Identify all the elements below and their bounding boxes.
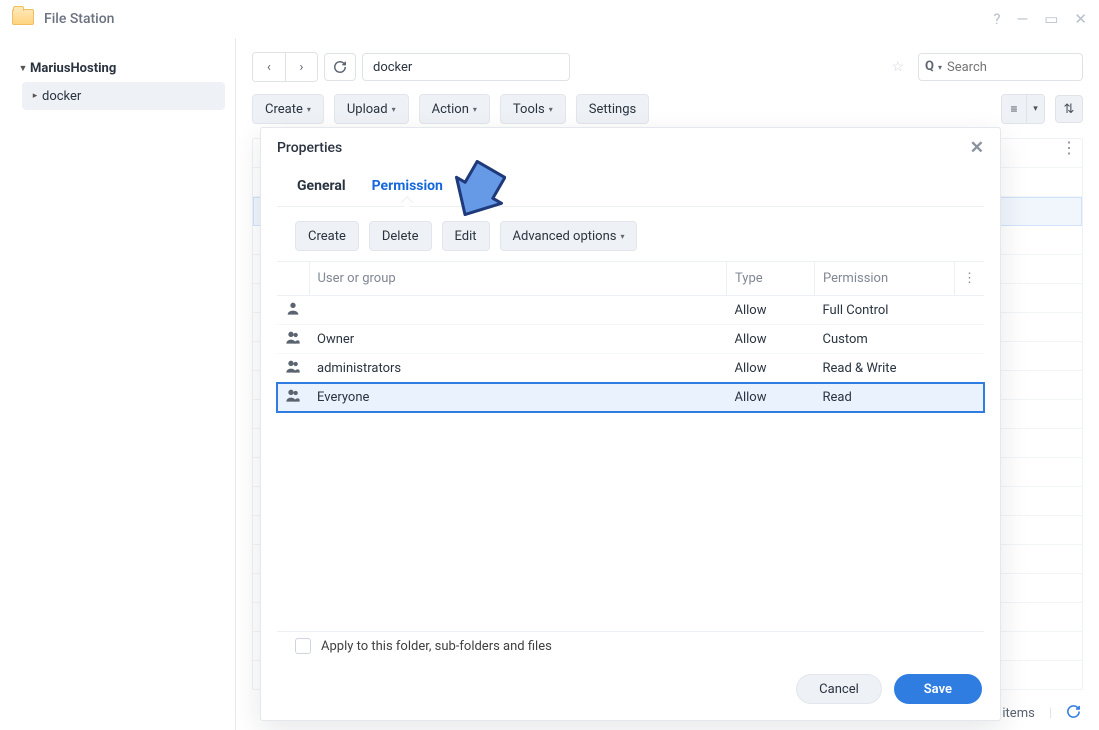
apply-label: Apply to this folder, sub-folders and fi… bbox=[321, 639, 552, 654]
save-button[interactable]: Save bbox=[894, 674, 982, 704]
perm-create-button[interactable]: Create bbox=[295, 221, 359, 251]
tab-permission[interactable]: Permission bbox=[370, 178, 445, 206]
permission-row[interactable]: AllowFull Control bbox=[277, 296, 984, 325]
group-icon bbox=[277, 354, 309, 383]
user-icon bbox=[277, 296, 309, 325]
col-type[interactable]: Type bbox=[727, 262, 815, 296]
tab-general[interactable]: General bbox=[295, 178, 348, 206]
row-permission: Full Control bbox=[815, 296, 985, 325]
group-icon bbox=[277, 383, 309, 412]
apply-checkbox[interactable] bbox=[295, 638, 311, 654]
dialog-title: Properties bbox=[277, 140, 970, 156]
row-name: administrators bbox=[309, 354, 727, 383]
col-permission[interactable]: Permission bbox=[815, 262, 955, 296]
permission-row[interactable]: EveryoneAllowRead bbox=[277, 383, 984, 412]
perm-edit-button[interactable]: Edit bbox=[442, 221, 490, 251]
row-name bbox=[309, 296, 727, 325]
permission-row[interactable]: OwnerAllowCustom bbox=[277, 325, 984, 354]
row-type: Allow bbox=[727, 296, 815, 325]
perm-advanced-button[interactable]: Advanced options▾ bbox=[500, 221, 638, 251]
col-user[interactable]: User or group bbox=[309, 262, 727, 296]
row-name: Everyone bbox=[309, 383, 727, 412]
permission-row[interactable]: administratorsAllowRead & Write bbox=[277, 354, 984, 383]
advanced-label: Advanced options bbox=[513, 229, 617, 244]
row-permission: Custom bbox=[815, 325, 985, 354]
row-permission: Read & Write bbox=[815, 354, 985, 383]
col-menu-icon[interactable]: ⋮ bbox=[955, 262, 985, 296]
row-type: Allow bbox=[727, 383, 815, 412]
group-icon bbox=[277, 325, 309, 354]
col-icon bbox=[277, 262, 309, 296]
perm-delete-button[interactable]: Delete bbox=[369, 221, 432, 251]
properties-dialog: Properties ✕ General Permission Create D… bbox=[260, 127, 1001, 721]
caret-down-icon: ▾ bbox=[620, 232, 624, 241]
dialog-tabs: General Permission bbox=[277, 168, 984, 207]
cancel-button[interactable]: Cancel bbox=[796, 674, 882, 704]
dialog-mask: Properties ✕ General Permission Create D… bbox=[0, 0, 1099, 730]
row-type: Allow bbox=[727, 354, 815, 383]
row-name: Owner bbox=[309, 325, 727, 354]
row-type: Allow bbox=[727, 325, 815, 354]
permission-table: User or group Type Permission ⋮ AllowFul… bbox=[277, 261, 984, 412]
dialog-close-button[interactable]: ✕ bbox=[970, 138, 984, 158]
row-permission: Read bbox=[815, 383, 985, 412]
